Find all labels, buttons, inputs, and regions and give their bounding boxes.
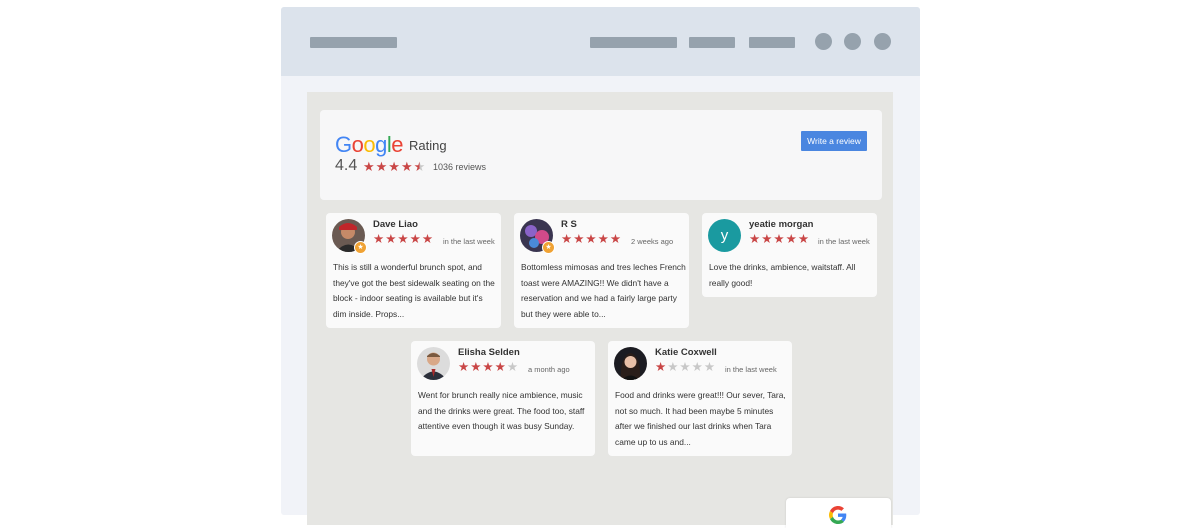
rating-summary-card: Google Rating 4.4 ★★★★★ 1036 reviews Wri… [320,110,882,200]
review-stars: ★★★★★ [373,232,435,246]
nav-placeholder-2[interactable] [689,37,735,48]
header-title-placeholder [310,37,397,48]
review-stars: ★★★★★ [458,360,520,374]
avatar [417,347,450,380]
reviewer-name: Elisha Selden [458,347,520,358]
browser-header [281,7,920,76]
window-dot-1[interactable] [815,33,832,50]
review-stars: ★★★★★ [561,232,623,246]
reviews-widget: Google Rating 4.4 ★★★★★ 1036 reviews Wri… [307,92,893,528]
rating-label: Rating [409,138,447,153]
reviewer-name: Katie Coxwell [655,347,717,358]
review-text: Love the drinks, ambience, waitstaff. Al… [709,262,856,288]
write-review-button[interactable]: Write a review [801,131,867,151]
avatar: y [708,219,741,252]
review-card: ★ Dave Liao ★★★★★ in the last week This … [326,213,501,328]
review-text: This is still a wonderful brunch spot, a… [333,262,495,319]
nav-placeholder-3[interactable] [749,37,795,48]
reviewer-name: yeatie morgan [749,219,814,230]
google-g-icon [829,506,847,524]
window-dot-3[interactable] [874,33,891,50]
review-stars: ★★★★★ [655,360,717,374]
reviewer-name: R S [561,219,577,230]
reviews-count: 1036 reviews [433,162,487,172]
average-stars: ★★★★★ [363,159,427,174]
review-time: 2 weeks ago [631,237,674,246]
review-time: in the last week [818,237,870,246]
avatar [614,347,647,380]
review-time: a month ago [528,365,570,374]
average-score: 4.4 [335,157,358,174]
google-logo: Google [335,132,404,157]
review-time: in the last week [725,365,777,374]
review-card: y yeatie morgan ★★★★★ in the last week L… [702,213,877,297]
review-card: ★ R S ★★★★★ 2 weeks ago Bottomless mimos… [514,213,689,328]
reviewer-name: Dave Liao [373,219,418,230]
review-text: Food and drinks were great!!! Our sever,… [615,390,786,447]
nav-placeholder-1[interactable] [590,37,677,48]
local-guide-badge-icon: ★ [354,241,367,254]
review-text: Went for brunch really nice ambience, mu… [418,390,585,431]
local-guide-badge-icon: ★ [542,241,555,254]
google-badge-tab[interactable] [786,498,891,528]
review-text: Bottomless mimosas and tres leches Frenc… [521,262,686,319]
review-time: in the last week [443,237,495,246]
window-dot-2[interactable] [844,33,861,50]
review-card: Elisha Selden ★★★★★ a month ago Went for… [411,341,595,456]
review-card: Katie Coxwell ★★★★★ in the last week Foo… [608,341,792,456]
review-stars: ★★★★★ [749,232,811,246]
